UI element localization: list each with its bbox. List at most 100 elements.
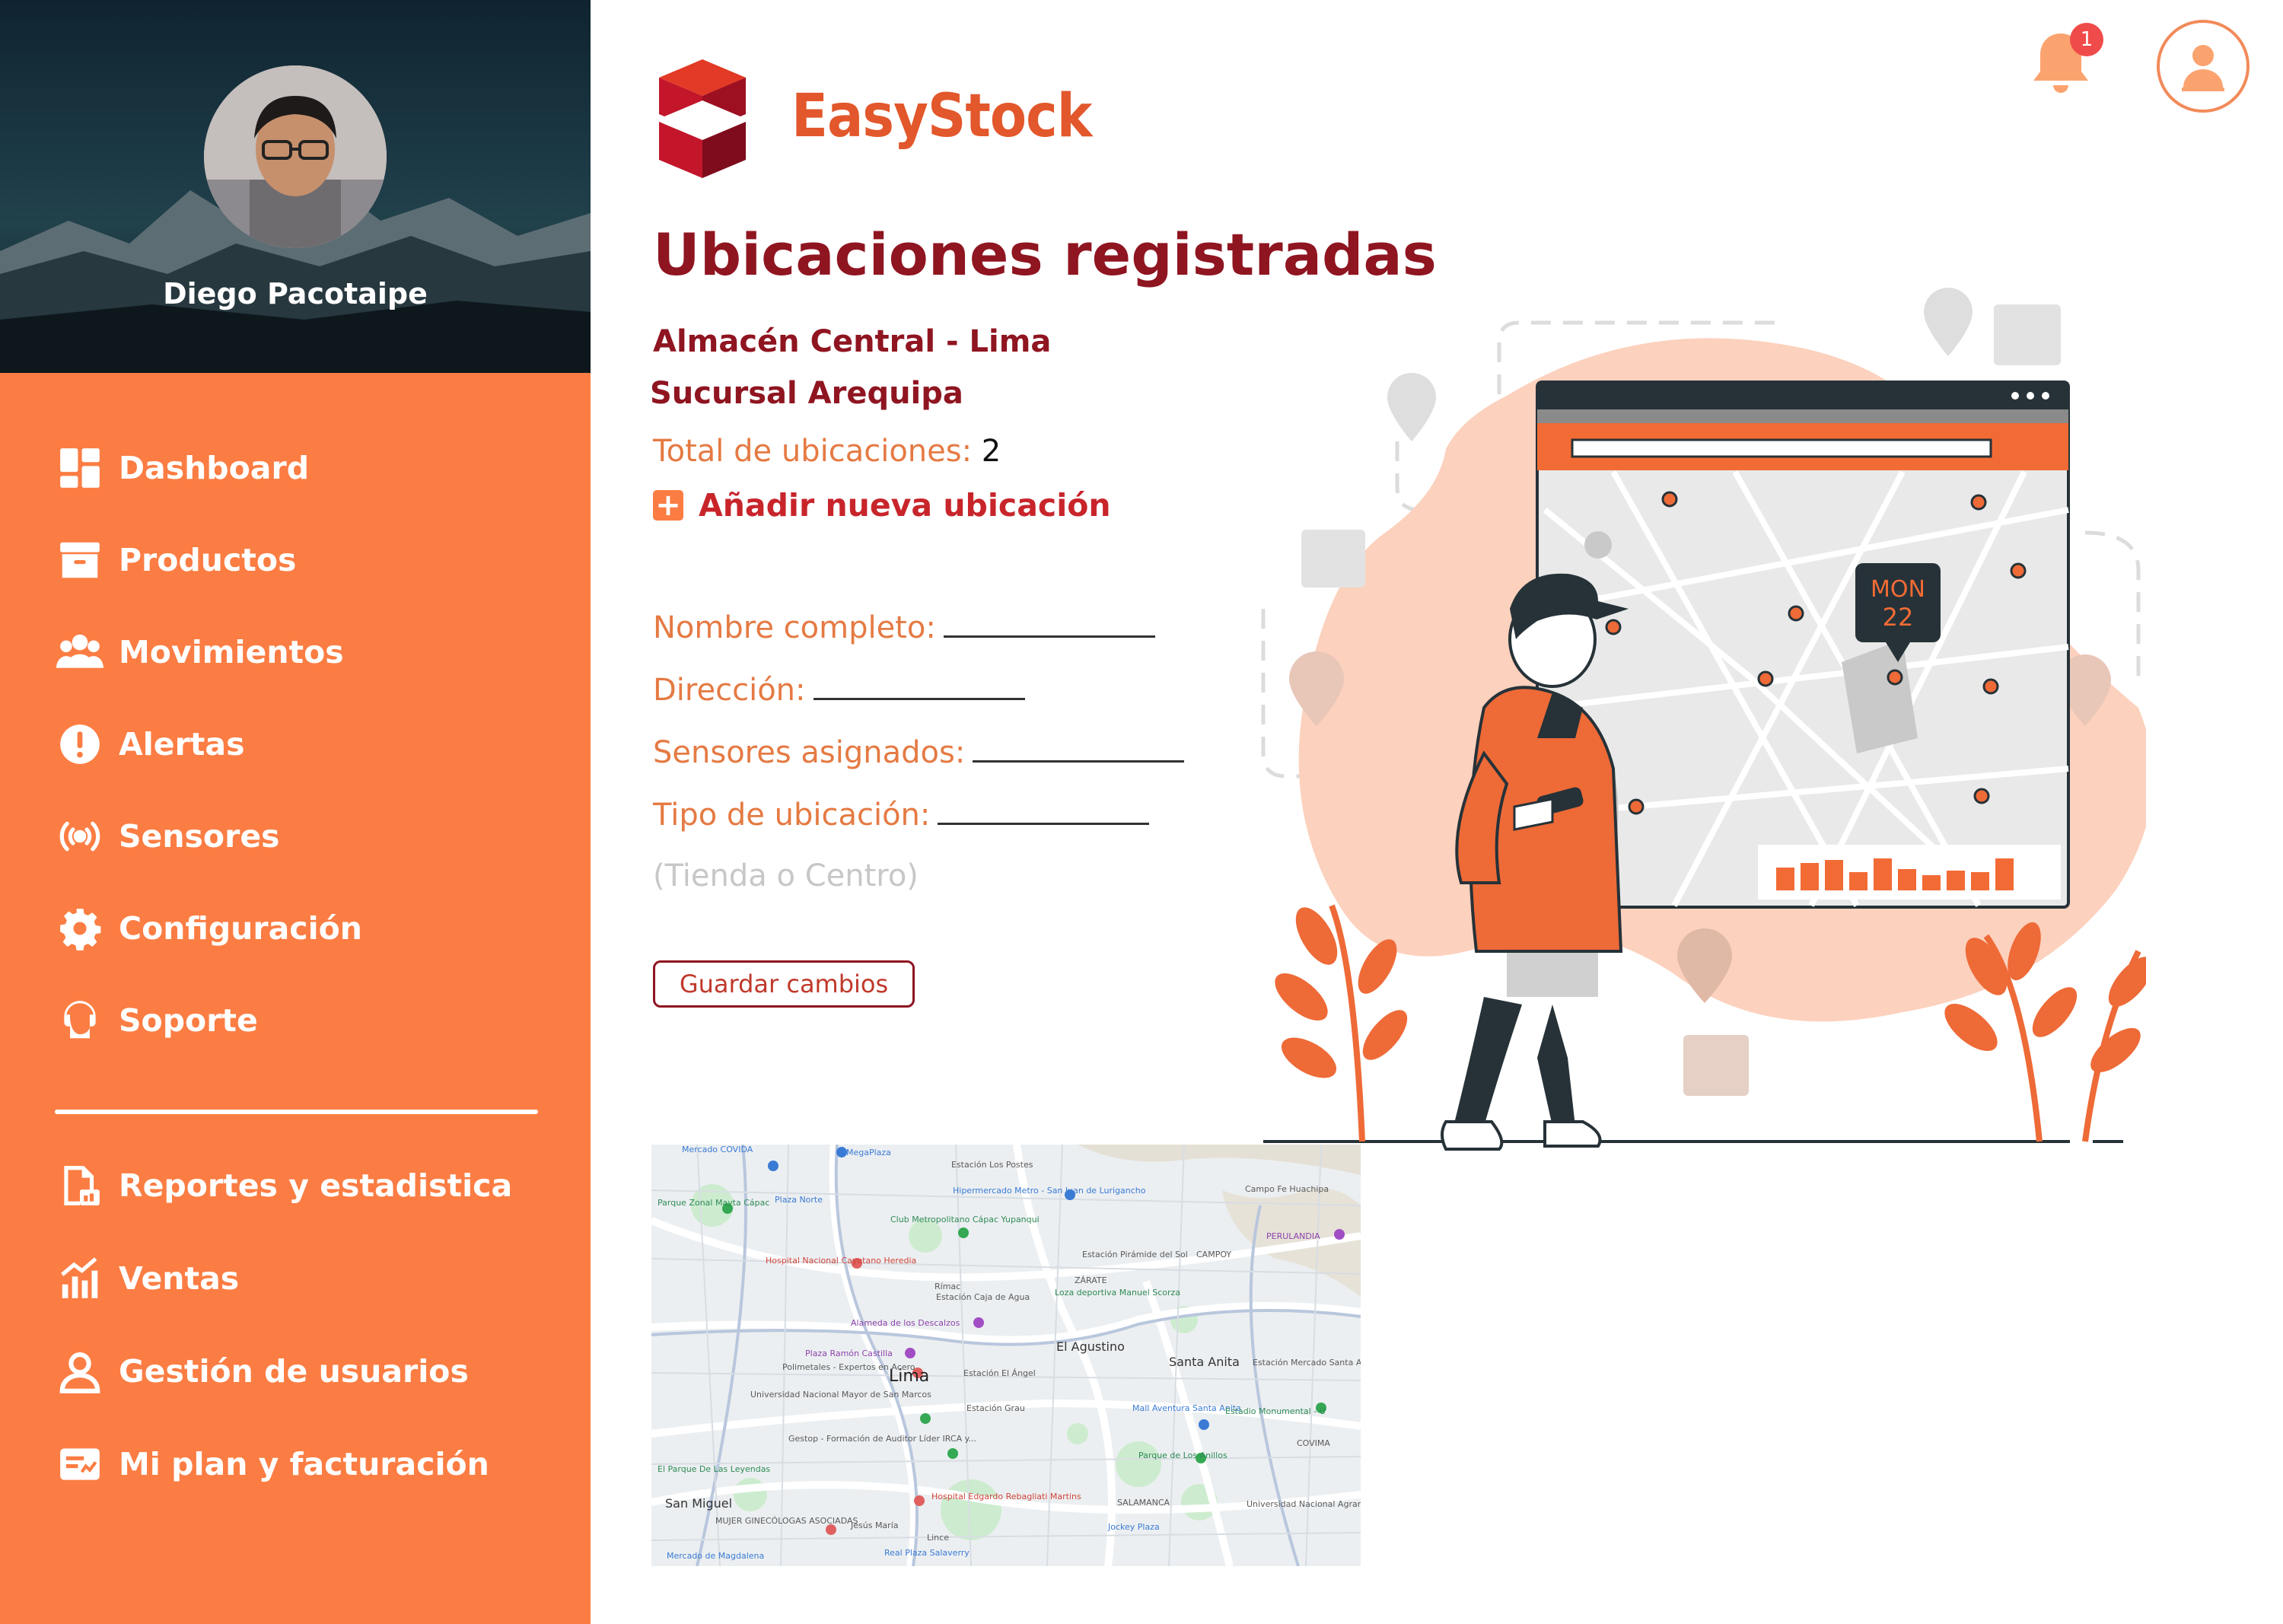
- plus-icon: +: [653, 490, 683, 521]
- save-button[interactable]: Guardar cambios: [653, 960, 915, 1008]
- field-sensores[interactable]: Sensores asignados:: [653, 735, 1185, 770]
- sidebar-item-gestion-usuarios[interactable]: Gestión de usuarios: [53, 1341, 469, 1402]
- locations-map[interactable]: Lima El Agustino Santa Anita San Miguel …: [651, 1145, 1361, 1566]
- field-nombre[interactable]: Nombre completo:: [653, 610, 1155, 645]
- map-label: Campo Fe Huachipa: [1245, 1184, 1329, 1194]
- chart-bars-icon: [53, 1252, 107, 1305]
- map-label: SALAMANCA: [1117, 1498, 1170, 1508]
- sidebar-item-label: Gestión de usuarios: [119, 1353, 469, 1390]
- field-tipo[interactable]: Tipo de ubicación:: [653, 798, 1150, 833]
- map-label: MegaPlaza: [846, 1148, 891, 1157]
- report-icon: [53, 1159, 107, 1212]
- map-label: Santa Anita: [1169, 1355, 1240, 1369]
- map-label: Estación Los Postes: [951, 1160, 1033, 1170]
- field-direccion[interactable]: Dirección:: [653, 673, 1025, 708]
- map-label: Parque de Los Anillos: [1138, 1450, 1227, 1460]
- sidebar-item-label: Alertas: [119, 726, 245, 763]
- page-title: Ubicaciones registradas: [653, 221, 1437, 288]
- map-label: Alameda de los Descalzos: [851, 1318, 960, 1328]
- sidebar-item-plan-facturacion[interactable]: Mi plan y facturación: [53, 1434, 489, 1495]
- map-label: COVIMA: [1297, 1438, 1330, 1448]
- map-label: Plaza Ramón Castilla: [805, 1349, 893, 1358]
- map-label: Loza deportiva Manuel Scorza: [1055, 1288, 1181, 1298]
- user-icon: [53, 1345, 107, 1398]
- sidebar-divider: [55, 1110, 538, 1114]
- sidebar: Diego Pacotaipe Dashboard Productos Movi…: [0, 0, 591, 1624]
- sidebar-item-ventas[interactable]: Ventas: [53, 1248, 239, 1309]
- field-label: Nombre completo:: [653, 610, 936, 645]
- gear-icon: [53, 902, 107, 955]
- map-label: Estación Grau: [966, 1403, 1025, 1413]
- sidebar-item-alertas[interactable]: Alertas: [53, 714, 244, 775]
- sidebar-item-label: Ventas: [119, 1260, 240, 1297]
- sidebar-item-label: Sensores: [119, 818, 280, 855]
- user-avatar-icon: [2182, 45, 2224, 91]
- map-label: CAMPOY: [1196, 1250, 1232, 1259]
- billing-icon: [53, 1438, 107, 1491]
- map-label: Plaza Norte: [775, 1195, 823, 1205]
- map-label: Estación Mercado Santa Anita: [1253, 1358, 1361, 1368]
- map-label: El Parque De Las Leyendas: [658, 1464, 771, 1474]
- total-locations: Total de ubicaciones: 2: [653, 434, 1001, 469]
- sidebar-item-label: Reportes y estadistica: [119, 1167, 513, 1204]
- map-label: Rímac: [935, 1282, 961, 1291]
- field-label: Dirección:: [653, 673, 806, 708]
- map-label: Estación Caja de Agua: [936, 1292, 1030, 1302]
- map-label: Estadio Monumental - U: [1225, 1406, 1326, 1416]
- calendar-day: MON: [1871, 576, 1925, 603]
- headset-icon: [53, 994, 107, 1047]
- location-item[interactable]: Almacén Central - Lima: [653, 324, 1051, 359]
- field-input-line[interactable]: [973, 740, 1185, 763]
- map-label: MUJER GINECÓLOGAS ASOCIADAS: [715, 1516, 858, 1526]
- sidebar-item-reportes[interactable]: Reportes y estadistica: [53, 1155, 512, 1216]
- map-label: Universidad Nacional Mayor de San Marcos: [750, 1390, 931, 1400]
- avatar[interactable]: [204, 65, 387, 248]
- add-location-button[interactable]: + Añadir nueva ubicación: [653, 487, 1111, 524]
- sidebar-item-soporte[interactable]: Soporte: [53, 990, 258, 1051]
- field-label: Tipo de ubicación:: [653, 798, 931, 833]
- map-label: Parque Zonal Mayta Cápac: [658, 1198, 770, 1208]
- map-label: Universidad Nacional Agraria La Molina: [1247, 1499, 1361, 1509]
- map-label: Estación El Ángel: [963, 1368, 1036, 1378]
- notification-badge: 1: [2070, 23, 2103, 56]
- map-label: Gestop - Formación de Auditor Líder IRCA…: [788, 1434, 977, 1444]
- sidebar-item-dashboard[interactable]: Dashboard: [53, 438, 309, 498]
- brand-name: EasyStock: [791, 82, 1092, 151]
- sidebar-item-movimientos[interactable]: Movimientos: [53, 622, 344, 683]
- field-input-line[interactable]: [938, 802, 1150, 825]
- map-label: San Miguel: [665, 1496, 733, 1511]
- sidebar-item-label: Movimientos: [119, 634, 344, 670]
- field-input-line[interactable]: [943, 615, 1155, 638]
- map-label: Hipermercado Metro - San Juan de Lurigan…: [953, 1186, 1146, 1196]
- map-label: Hospital Edgardo Rebagliati Martins: [931, 1492, 1081, 1501]
- sidebar-item-label: Configuración: [119, 910, 362, 947]
- type-hint: (Tienda o Centro): [653, 858, 919, 893]
- sidebar-item-configuracion[interactable]: Configuración: [53, 898, 362, 959]
- calendar-date: 22: [1883, 603, 1914, 632]
- location-item[interactable]: Sucursal Arequipa: [650, 376, 963, 411]
- location-map-illustration: MON 22: [1261, 288, 2146, 1151]
- easystock-logo: [659, 59, 746, 178]
- map-label: Real Plaza Salaverry: [884, 1548, 970, 1558]
- users-group-icon: [53, 626, 107, 679]
- user-name: Diego Pacotaipe: [163, 277, 428, 310]
- sidebar-item-label: Productos: [119, 542, 297, 578]
- total-label: Total de ubicaciones:: [653, 434, 973, 469]
- sidebar-item-sensores[interactable]: Sensores: [53, 806, 280, 867]
- app-root: Diego Pacotaipe Dashboard Productos Movi…: [0, 0, 2283, 1624]
- user-menu-button[interactable]: [2157, 20, 2250, 113]
- field-input-line[interactable]: [813, 677, 1025, 700]
- map-label: PERULANDIA: [1266, 1231, 1320, 1241]
- map-label: Mercado COVIDA: [682, 1145, 753, 1154]
- sidebar-item-label: Soporte: [119, 1002, 258, 1039]
- sidebar-item-productos[interactable]: Productos: [53, 530, 296, 591]
- archive-icon: [53, 533, 107, 587]
- broadcast-icon: [53, 810, 107, 863]
- map-label: Jockey Plaza: [1108, 1522, 1160, 1532]
- map-label: Estación Pirámide del Sol: [1082, 1250, 1188, 1259]
- sidebar-item-label: Mi plan y facturación: [119, 1446, 489, 1482]
- map-label: El Agustino: [1056, 1339, 1125, 1354]
- sidebar-item-label: Dashboard: [119, 450, 310, 486]
- map-label: Hospital Nacional Cayetano Heredia: [766, 1256, 917, 1266]
- profile-header: Diego Pacotaipe: [0, 0, 591, 373]
